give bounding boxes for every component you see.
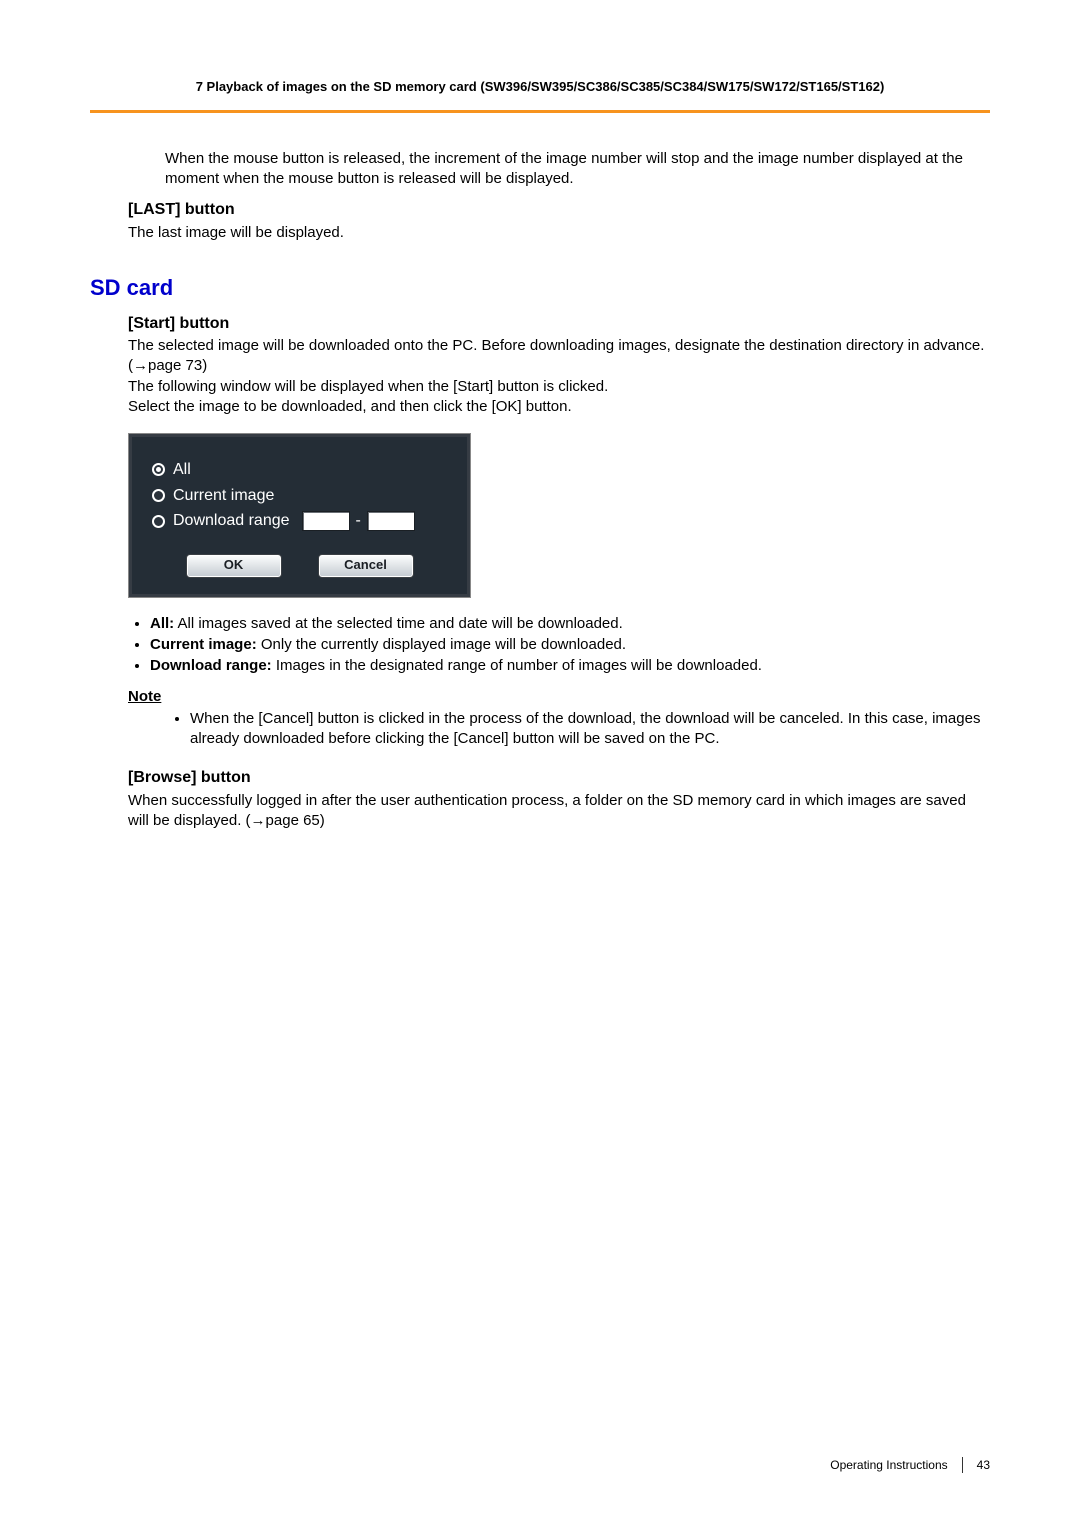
note-heading: Note bbox=[128, 687, 990, 707]
range-to-input[interactable] bbox=[367, 511, 415, 531]
bullet-range-text: Images in the designated range of number… bbox=[272, 657, 762, 674]
option-current-label: Current image bbox=[173, 485, 274, 507]
list-item: All: All images saved at the selected ti… bbox=[150, 614, 990, 634]
option-range-row[interactable]: Download range - bbox=[152, 510, 447, 532]
footer-label: Operating Instructions bbox=[830, 1457, 947, 1473]
bullet-all-text: All images saved at the selected time an… bbox=[174, 615, 623, 632]
ok-button[interactable]: OK bbox=[186, 554, 282, 578]
start-body-2: The following window will be displayed w… bbox=[128, 377, 990, 397]
continued-paragraph: When the mouse button is released, the i… bbox=[165, 149, 990, 190]
start-body-1: The selected image will be downloaded on… bbox=[128, 336, 990, 377]
option-current-row[interactable]: Current image bbox=[152, 485, 447, 507]
range-separator: - bbox=[356, 510, 361, 532]
last-button-body: The last image will be displayed. bbox=[128, 223, 990, 243]
footer-page-number: 43 bbox=[977, 1457, 990, 1473]
browse-button-heading: [Browse] button bbox=[128, 767, 990, 789]
note-list: When the [Cancel] button is clicked in t… bbox=[168, 709, 990, 750]
start-button-heading: [Start] button bbox=[128, 313, 990, 335]
bullet-current-text: Only the currently displayed image will … bbox=[257, 636, 626, 653]
note-item: When the [Cancel] button is clicked in t… bbox=[190, 709, 990, 750]
footer-separator bbox=[962, 1457, 963, 1473]
download-dialog: All Current image Download range - OK Ca… bbox=[128, 433, 471, 598]
browse-button-body: When successfully logged in after the us… bbox=[128, 791, 990, 832]
option-all-label: All bbox=[173, 459, 191, 481]
sd-card-title: SD card bbox=[90, 273, 990, 303]
last-button-heading: [LAST] button bbox=[128, 199, 990, 221]
start-body-3: Select the image to be downloaded, and t… bbox=[128, 397, 990, 417]
bullet-range-label: Download range: bbox=[150, 657, 272, 674]
radio-icon bbox=[152, 515, 165, 528]
option-all-row[interactable]: All bbox=[152, 459, 447, 481]
bullet-all-label: All: bbox=[150, 615, 174, 632]
running-header: 7 Playback of images on the SD memory ca… bbox=[90, 78, 990, 113]
radio-selected-icon bbox=[152, 463, 165, 476]
bullet-current-label: Current image: bbox=[150, 636, 257, 653]
page-footer: Operating Instructions 43 bbox=[830, 1457, 990, 1473]
list-item: Current image: Only the currently displa… bbox=[150, 635, 990, 655]
radio-icon bbox=[152, 489, 165, 502]
range-from-input[interactable] bbox=[302, 511, 350, 531]
cancel-button[interactable]: Cancel bbox=[318, 554, 414, 578]
list-item: Download range: Images in the designated… bbox=[150, 656, 990, 676]
option-range-label: Download range bbox=[173, 510, 290, 532]
download-option-descriptions: All: All images saved at the selected ti… bbox=[128, 614, 990, 677]
